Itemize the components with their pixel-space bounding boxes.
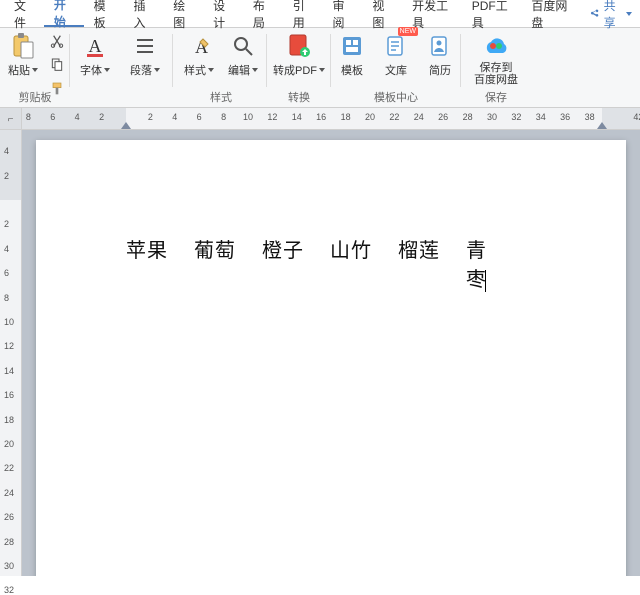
chevron-down-icon (252, 68, 258, 72)
new-badge: NEW (398, 27, 418, 36)
word: 榴莲 (398, 234, 440, 292)
separator (172, 34, 173, 87)
tab-file[interactable]: 文件 (4, 0, 44, 27)
pdf-icon (285, 32, 313, 60)
group-label: 保存 (461, 89, 531, 105)
vertical-ruler[interactable]: 422468101214161820222426283032 (0, 130, 22, 576)
cut-button[interactable] (48, 32, 66, 50)
templates-button[interactable]: 模板 (333, 30, 371, 80)
convert-pdf-button[interactable]: 转成PDF (269, 30, 329, 80)
chevron-down-icon (626, 12, 632, 16)
resume-icon (426, 32, 454, 60)
styles-button[interactable]: A 样式 (180, 30, 218, 80)
paragraph-icon (131, 32, 159, 60)
word: 山竹 (330, 234, 372, 292)
tab-references[interactable]: 引用 (283, 0, 323, 27)
resume-button[interactable]: 简历 (421, 30, 459, 80)
workspace: 422468101214161820222426283032 苹果 葡萄 橙子 … (0, 130, 640, 576)
ruler-corner: ⌐ (0, 108, 22, 130)
group-label: 模板中心 (331, 89, 461, 105)
paste-button[interactable]: 粘贴 (4, 30, 42, 80)
group-paragraph: 段落 (120, 28, 170, 107)
group-label: 剪贴板 (0, 89, 70, 105)
tab-insert[interactable]: 插入 (123, 0, 163, 27)
tab-pdftools[interactable]: PDF工具 (462, 0, 522, 27)
copy-button[interactable] (48, 56, 66, 74)
chevron-down-icon (208, 68, 214, 72)
group-save: 保存到 百度网盘 保存 (461, 28, 531, 107)
tab-view[interactable]: 视图 (362, 0, 402, 27)
document-canvas[interactable]: 苹果 葡萄 橙子 山竹 榴莲 青枣 (22, 130, 640, 576)
tab-design[interactable]: 设计 (203, 0, 243, 27)
tab-layout[interactable]: 布局 (243, 0, 283, 27)
horizontal-ruler[interactable]: ⌐ 86422468101214161820222426283032343638… (0, 108, 640, 130)
tab-baidudisk[interactable]: 百度网盘 (521, 0, 581, 27)
page[interactable]: 苹果 葡萄 橙子 山竹 榴莲 青枣 (36, 140, 626, 576)
group-label: 转换 (267, 89, 331, 105)
share-button[interactable]: 共享 (581, 0, 640, 31)
chevron-down-icon (154, 68, 160, 72)
document-text[interactable]: 苹果 葡萄 橙子 山竹 榴莲 青枣 (126, 234, 507, 292)
cloud-icon (482, 32, 510, 60)
group-convert: 转成PDF 转换 (267, 28, 331, 107)
font-icon: A (81, 32, 109, 60)
word: 橙子 (262, 234, 304, 292)
group-clipboard: 粘贴 剪贴板 (0, 28, 70, 107)
save-to-cloud-button[interactable]: 保存到 百度网盘 (470, 30, 522, 88)
tab-templates[interactable]: 模板 (84, 0, 124, 27)
text-caret (485, 270, 486, 292)
group-font: A 字体 (70, 28, 120, 107)
wenku-icon (382, 32, 410, 60)
copy-icon (49, 57, 65, 73)
tab-draw[interactable]: 绘图 (163, 0, 203, 27)
tab-devtools[interactable]: 开发工具 (402, 0, 462, 27)
chevron-down-icon (32, 68, 38, 72)
cut-icon (49, 33, 65, 49)
template-icon (338, 32, 366, 60)
paste-icon (9, 32, 37, 60)
group-label: 样式 (175, 89, 267, 105)
paragraph-button[interactable]: 段落 (126, 30, 164, 80)
group-template-center: 模板 NEW 文库 简历 模板中心 (331, 28, 461, 107)
styles-icon: A (185, 32, 213, 60)
edit-icon (229, 32, 257, 60)
font-button[interactable]: A 字体 (76, 30, 114, 80)
tab-home[interactable]: 开始 (44, 0, 84, 27)
group-styles: A 样式 编辑 样式 (175, 28, 267, 107)
menubar: 文件 开始 模板 插入 绘图 设计 布局 引用 审阅 视图 开发工具 PDF工具… (0, 0, 640, 28)
tab-review[interactable]: 审阅 (323, 0, 363, 27)
share-icon (589, 7, 600, 21)
svg-text:A: A (89, 36, 102, 56)
ribbon: 粘贴 剪贴板 A 字体 (0, 28, 640, 108)
chevron-down-icon (104, 68, 110, 72)
word: 苹果 (126, 234, 168, 292)
word: 葡萄 (194, 234, 236, 292)
edit-button[interactable]: 编辑 (224, 30, 262, 80)
wenku-button[interactable]: NEW 文库 (377, 30, 415, 80)
share-label: 共享 (604, 0, 622, 31)
chevron-down-icon (319, 68, 325, 72)
word: 青枣 (466, 240, 487, 291)
